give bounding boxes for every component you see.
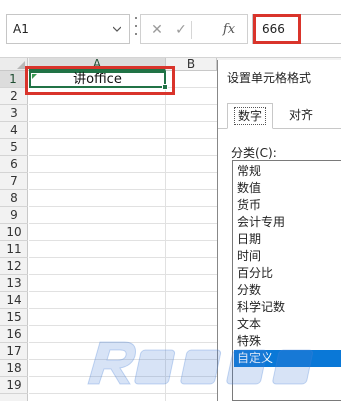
- category-list[interactable]: 常规 数值 货币 会计专用 日期 时间 百分比 分数 科学记数 文本 特殊 自定…: [232, 160, 341, 401]
- row-header[interactable]: 18: [0, 360, 28, 377]
- cancel-icon[interactable]: ✕: [147, 21, 167, 39]
- cell-grid[interactable]: [29, 71, 217, 401]
- grid-line: [29, 240, 217, 241]
- category-item[interactable]: 会计专用: [234, 214, 341, 231]
- formula-buttons: ✕ ✓ fx: [140, 14, 248, 44]
- category-item[interactable]: 特殊: [234, 333, 341, 350]
- grid-line: [29, 121, 217, 122]
- row-header[interactable]: 4: [0, 122, 28, 139]
- row-header-bar: 1 2 3 4 5 6 7 8 9 10 11 12 13 14 15 16 1…: [0, 71, 28, 401]
- category-item[interactable]: 常规: [234, 163, 341, 180]
- row-header[interactable]: 5: [0, 139, 28, 156]
- highlight-box-cell: [25, 66, 175, 95]
- grid-line: [29, 393, 217, 394]
- category-item[interactable]: 货币: [234, 197, 341, 214]
- grid-line: [29, 291, 217, 292]
- grid-line: [29, 223, 217, 224]
- tab-alignment[interactable]: 对齐: [278, 103, 324, 129]
- row-header[interactable]: 15: [0, 309, 28, 326]
- grid-line: [29, 257, 217, 258]
- tab-number[interactable]: 数字: [227, 103, 273, 129]
- grid-line: [29, 104, 217, 105]
- highlight-box-formula: [253, 14, 301, 44]
- row-header[interactable]: 1: [0, 71, 28, 88]
- grid-line: [29, 189, 217, 190]
- grid-line: [29, 359, 217, 360]
- row-header[interactable]: 14: [0, 292, 28, 309]
- category-label: 分类(C):: [231, 146, 277, 160]
- category-item[interactable]: 百分比: [234, 265, 341, 282]
- grid-line: [29, 206, 217, 207]
- row-header[interactable]: 12: [0, 258, 28, 275]
- grid-line: [29, 325, 217, 326]
- row-header[interactable]: 3: [0, 105, 28, 122]
- category-item[interactable]: 数值: [234, 180, 341, 197]
- category-item[interactable]: 科学记数: [234, 299, 341, 316]
- row-header[interactable]: 7: [0, 173, 28, 190]
- category-item[interactable]: 分数: [234, 282, 341, 299]
- category-item-selected[interactable]: 自定义: [234, 350, 341, 367]
- grid-line: [29, 274, 217, 275]
- row-header[interactable]: 19: [0, 377, 28, 394]
- grid-line: [29, 155, 217, 156]
- chevron-down-icon[interactable]: [113, 25, 121, 33]
- row-header[interactable]: 10: [0, 224, 28, 241]
- more-icon[interactable]: [134, 17, 138, 39]
- grid-line: [29, 138, 217, 139]
- divider: [191, 21, 192, 39]
- dialog-title: 设置单元格格式: [227, 71, 312, 85]
- format-cells-dialog: 设置单元格格式 数字 对齐 分类(C): 常规 数值 货币 会计专用 日期 时间…: [217, 60, 341, 401]
- category-item[interactable]: 时间: [234, 248, 341, 265]
- name-box-value: A1: [13, 22, 29, 36]
- row-header[interactable]: 6: [0, 156, 28, 173]
- row-header[interactable]: 8: [0, 190, 28, 207]
- row-header[interactable]: 13: [0, 275, 28, 292]
- confirm-icon[interactable]: ✓: [171, 21, 191, 39]
- grid-line: [29, 342, 217, 343]
- grid-line: [29, 172, 217, 173]
- name-box[interactable]: A1: [6, 14, 130, 44]
- row-header[interactable]: 2: [0, 88, 28, 105]
- row-header[interactable]: 16: [0, 326, 28, 343]
- category-item[interactable]: 文本: [234, 316, 341, 333]
- grid-line: [29, 308, 217, 309]
- tab-number-label: 数字: [233, 107, 266, 125]
- row-header[interactable]: 11: [0, 241, 28, 258]
- category-item[interactable]: 日期: [234, 231, 341, 248]
- row-header[interactable]: 17: [0, 343, 28, 360]
- insert-function-button[interactable]: fx: [219, 21, 239, 39]
- select-all-button[interactable]: [0, 58, 28, 71]
- grid-line: [29, 376, 217, 377]
- row-header[interactable]: 9: [0, 207, 28, 224]
- dialog-tabs: 数字 对齐: [218, 103, 341, 129]
